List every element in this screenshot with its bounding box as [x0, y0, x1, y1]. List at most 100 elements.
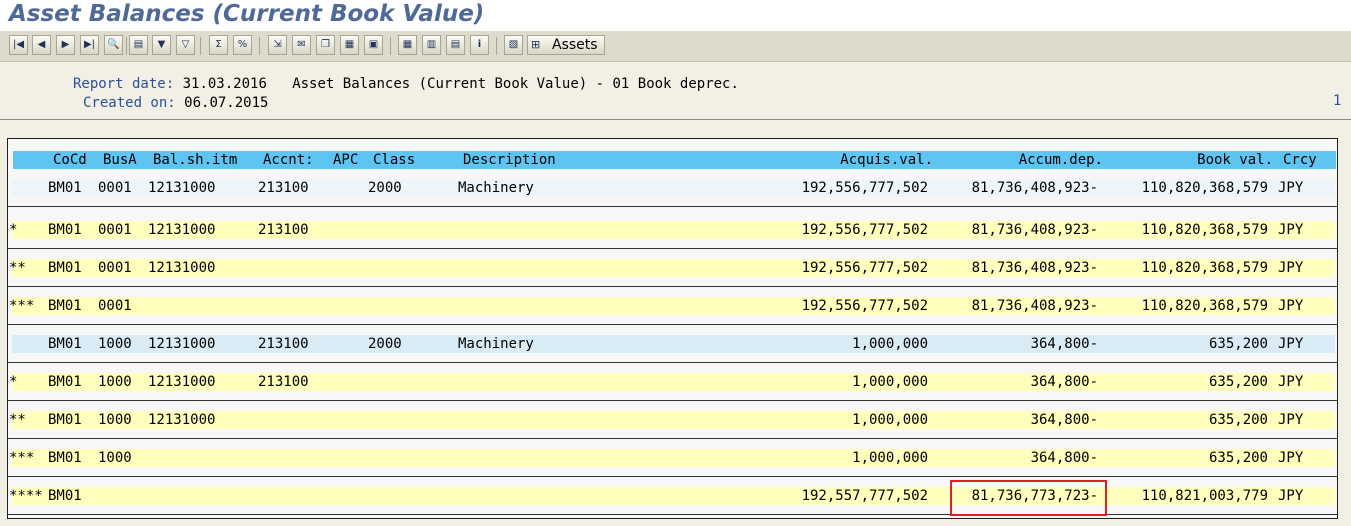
- cell-dep: 81,736,408,923-: [971, 298, 1098, 314]
- first-page-icon[interactable]: |◀: [9, 35, 28, 55]
- cell-busa: 0001: [98, 298, 132, 314]
- choose-layout-icon[interactable]: ▦: [340, 35, 359, 55]
- send-icon[interactable]: ✉: [292, 35, 311, 55]
- cell-dep: 81,736,408,923-: [971, 222, 1098, 238]
- table-row[interactable]: BM01 0001 12131000 213100 2000 Machinery 192,5…: [8, 169, 1337, 207]
- col-accum-dep[interactable]: Accum.dep.: [953, 151, 1103, 169]
- print-icon[interactable]: ▤: [129, 35, 148, 55]
- col-cocd[interactable]: CoCd: [53, 151, 87, 169]
- cell-book: 635,200: [1208, 336, 1268, 352]
- toolbar-separator: [200, 37, 201, 55]
- toolbar-separator: [390, 37, 391, 55]
- col-acquis-val[interactable]: Acquis.val.: [773, 151, 933, 169]
- table-row[interactable]: * BM01 1000 12131000 213100 1,000,000 364,800-…: [8, 363, 1337, 401]
- cell-busa: 1000: [98, 374, 132, 390]
- save-layout-icon[interactable]: ▣: [364, 35, 383, 55]
- subtotal-icon[interactable]: %: [233, 35, 252, 55]
- cell-balsh: 12131000: [148, 222, 216, 238]
- assets-button[interactable]: ⊞ Assets: [527, 35, 605, 55]
- table-row[interactable]: *** BM01 0001 192,556,777,502 81,736,408,923…: [8, 287, 1337, 325]
- title-bar: Asset Balances (Current Book Value): [0, 0, 1351, 31]
- cell-dep: 364,800-: [1030, 336, 1098, 352]
- cell-cocd: BM01: [48, 260, 82, 276]
- sum-icon[interactable]: Σ: [209, 35, 228, 55]
- report-date-value: 31.03.2016: [182, 76, 267, 92]
- cell-busa: 1000: [98, 450, 132, 466]
- toolbar-separator: [496, 37, 497, 55]
- table-row[interactable]: ** BM01 0001 12131000 192,556,777,502 81,736,…: [8, 249, 1337, 287]
- cell-cls: 2000: [368, 180, 402, 196]
- cell-acq: 1,000,000: [852, 450, 928, 466]
- cell-cocd: BM01: [48, 374, 82, 390]
- set-filter-icon[interactable]: ▽: [176, 35, 195, 55]
- rows-icon[interactable]: ▤: [446, 35, 465, 55]
- cell-lvl: *: [9, 374, 18, 390]
- table-row[interactable]: * BM01 0001 12131000 213100 192,556,777,502 81…: [8, 211, 1337, 249]
- cell-balsh: 12131000: [148, 336, 216, 352]
- copy-icon[interactable]: ❐: [316, 35, 335, 55]
- last-page-icon[interactable]: ▶|: [80, 35, 99, 55]
- cell-acq: 192,556,777,502: [801, 222, 928, 238]
- row-divider: [8, 206, 1337, 207]
- row-background: *** BM01 1000 1,000,000 364,800- 635,200 JPY: [9, 449, 1335, 467]
- cell-crcy: JPY: [1278, 180, 1304, 196]
- cell-cocd: BM01: [48, 488, 82, 504]
- cell-desc: Machinery: [458, 180, 534, 196]
- col-description[interactable]: Description: [463, 151, 556, 169]
- row-background: **** BM01 192,557,777,502 81,736,773,723- 11…: [9, 487, 1335, 505]
- col-crcy[interactable]: Crcy: [1283, 151, 1317, 169]
- toolbar-separator: [259, 37, 260, 55]
- cell-acq: 1,000,000: [852, 374, 928, 390]
- created-on-value: 06.07.2015: [184, 95, 269, 111]
- cell-cocd: BM01: [48, 298, 82, 314]
- cell-lvl: *: [9, 222, 18, 238]
- col-apc[interactable]: APC: [333, 151, 358, 169]
- column-header-row: CoCd BusA Bal.sh.itm Accnt: APC Class De…: [13, 151, 1336, 169]
- col-class[interactable]: Class: [373, 151, 415, 169]
- info-icon[interactable]: i: [470, 35, 489, 55]
- cell-balsh: 12131000: [148, 374, 216, 390]
- cell-balsh: 12131000: [148, 260, 216, 276]
- col-book-val[interactable]: Book val.: [1123, 151, 1273, 169]
- layout-icon[interactable]: ▧: [504, 35, 523, 55]
- col-accnt[interactable]: Accnt:: [263, 151, 314, 169]
- cell-dep: 364,800-: [1030, 450, 1098, 466]
- cell-dep: 364,800-: [1030, 412, 1098, 428]
- prev-page-icon[interactable]: ◀: [32, 35, 51, 55]
- table-row[interactable]: ** BM01 1000 12131000 1,000,000 364,800- 635,2…: [8, 401, 1337, 439]
- row-background: BM01 0001 12131000 213100 2000 Machinery 192,5…: [12, 179, 1335, 197]
- cell-lvl: ****: [9, 488, 43, 504]
- cell-crcy: JPY: [1278, 298, 1304, 314]
- cell-lvl: ***: [9, 450, 35, 466]
- cell-dep: 81,736,408,923-: [971, 180, 1098, 196]
- row-background: ** BM01 0001 12131000 192,556,777,502 81,736,…: [9, 259, 1335, 277]
- export-icon[interactable]: ⇲: [268, 35, 287, 55]
- grid-view-icon[interactable]: ▦: [398, 35, 417, 55]
- col-balsh[interactable]: Bal.sh.itm: [153, 151, 237, 169]
- filter-icon[interactable]: ▼: [152, 35, 171, 55]
- row-divider: [8, 514, 1337, 515]
- cell-apc: 213100: [258, 336, 309, 352]
- report-grid: CoCd BusA Bal.sh.itm Accnt: APC Class De…: [7, 138, 1338, 519]
- cell-busa: 0001: [98, 222, 132, 238]
- assets-button-label: Assets: [552, 37, 598, 53]
- cell-book: 110,820,368,579: [1141, 260, 1268, 276]
- cell-crcy: JPY: [1278, 374, 1304, 390]
- table-row[interactable]: BM01 1000 12131000 213100 2000 Machinery 1,000…: [8, 325, 1337, 363]
- col-busa[interactable]: BusA: [103, 151, 137, 169]
- cell-apc: 213100: [258, 374, 309, 390]
- cell-book: 110,821,003,779: [1141, 488, 1268, 504]
- cell-lvl: **: [9, 260, 26, 276]
- report-date-line: Report date: 31.03.2016 Asset Balances (…: [73, 75, 739, 93]
- cell-apc: 213100: [258, 222, 309, 238]
- details-icon[interactable]: 🔍: [104, 35, 123, 55]
- cell-acq: 192,556,777,502: [801, 298, 928, 314]
- cell-dep: 364,800-: [1030, 374, 1098, 390]
- next-page-icon[interactable]: ▶: [56, 35, 75, 55]
- cell-book: 110,820,368,579: [1141, 298, 1268, 314]
- table-row[interactable]: *** BM01 1000 1,000,000 364,800- 635,200 JPY: [8, 439, 1337, 477]
- columns-icon[interactable]: ▥: [422, 35, 441, 55]
- table-row[interactable]: **** BM01 192,557,777,502 81,736,773,723- 11…: [8, 477, 1337, 515]
- cell-lvl: ***: [9, 298, 35, 314]
- cell-cocd: BM01: [48, 336, 82, 352]
